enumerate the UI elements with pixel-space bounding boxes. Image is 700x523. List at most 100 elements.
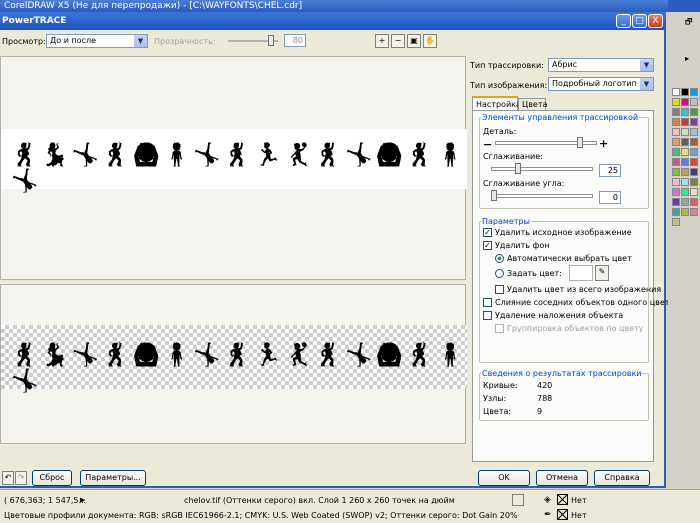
image-type-select[interactable]: Подробный логотип ▼ bbox=[548, 77, 654, 91]
color-profiles: Цветовые профили документа: RGB: sRGB IE… bbox=[4, 511, 518, 520]
tab-settings[interactable]: Настройка bbox=[472, 96, 521, 110]
redo-icon[interactable]: ↷ bbox=[15, 471, 27, 485]
palette-swatch[interactable] bbox=[672, 198, 680, 206]
palette-swatch[interactable] bbox=[690, 168, 698, 176]
reset-button[interactable]: Сброс bbox=[32, 470, 72, 486]
merge-adjacent-label: Слияние соседних объектов одного цвета bbox=[495, 298, 675, 307]
palette-swatch[interactable] bbox=[672, 148, 680, 156]
corner-smoothing-slider[interactable] bbox=[491, 194, 593, 198]
palette-swatch[interactable] bbox=[672, 98, 680, 106]
remove-bg-checkbox[interactable]: ✓ bbox=[483, 241, 492, 250]
palette-swatch[interactable] bbox=[690, 208, 698, 216]
zoom-in-icon[interactable]: + bbox=[375, 34, 389, 48]
zoom-out-icon[interactable]: − bbox=[391, 34, 405, 48]
palette-swatch[interactable] bbox=[681, 88, 689, 96]
remove-overlap-label: Удаление наложения объекта bbox=[495, 311, 624, 320]
palette-swatch[interactable] bbox=[672, 218, 680, 226]
palette-swatch[interactable] bbox=[690, 138, 698, 146]
detail-thumb[interactable] bbox=[576, 137, 583, 148]
remove-overlap-checkbox[interactable] bbox=[483, 311, 492, 320]
transparency-thumb[interactable] bbox=[268, 35, 274, 46]
remove-color-all-checkbox[interactable] bbox=[495, 285, 504, 294]
restore-icon[interactable]: 🗗 bbox=[685, 16, 693, 30]
auto-color-radio[interactable] bbox=[495, 254, 504, 263]
results-title: Сведения о результатах трассировки bbox=[481, 369, 643, 378]
image-type-label: Тип изображения: bbox=[470, 81, 548, 90]
cancel-button[interactable]: Отмена bbox=[536, 470, 588, 486]
smoothing-slider[interactable] bbox=[491, 167, 593, 171]
color-swatch[interactable] bbox=[569, 265, 593, 281]
palette-swatch[interactable] bbox=[672, 128, 680, 136]
palette-swatch[interactable] bbox=[681, 188, 689, 196]
preview-select[interactable]: До и после ▼ bbox=[46, 34, 148, 48]
chevron-down-icon: ▼ bbox=[640, 59, 653, 71]
status-bar: ( 676,363; 1 547,5... ▶ chelov.tif (Отте… bbox=[0, 489, 700, 523]
palette-swatch[interactable] bbox=[681, 198, 689, 206]
chevron-down-icon: ▼ bbox=[134, 35, 147, 47]
docker-area: 🗗 ▸ bbox=[668, 12, 700, 86]
app-window-controls[interactable] bbox=[668, 0, 700, 12]
minus-icon[interactable]: − bbox=[483, 138, 492, 151]
group-by-color-checkbox[interactable] bbox=[495, 324, 504, 333]
palette-swatch[interactable] bbox=[672, 118, 680, 126]
fit-icon[interactable]: ▣ bbox=[407, 34, 421, 48]
smoothing-thumb[interactable] bbox=[515, 163, 521, 174]
layer-icon bbox=[512, 494, 524, 506]
palette-swatch[interactable] bbox=[672, 108, 680, 116]
plus-icon[interactable]: + bbox=[599, 137, 608, 150]
transparency-value[interactable]: 80 bbox=[284, 34, 306, 47]
palette-swatch[interactable] bbox=[672, 158, 680, 166]
maximize-button[interactable]: □ bbox=[632, 14, 647, 28]
options-button[interactable]: Параметры... bbox=[80, 470, 146, 486]
palette-swatch[interactable] bbox=[672, 208, 680, 216]
palette-swatch[interactable] bbox=[690, 128, 698, 136]
settings-tab-panel: Элементы управления трассировкой Деталь:… bbox=[472, 110, 674, 462]
hand-icon[interactable]: ✋ bbox=[423, 34, 437, 48]
smoothing-value[interactable]: 25 bbox=[599, 164, 621, 177]
palette-swatch[interactable] bbox=[681, 98, 689, 106]
palette-swatch[interactable] bbox=[690, 158, 698, 166]
set-color-radio[interactable] bbox=[495, 269, 504, 278]
palette-swatch[interactable] bbox=[690, 148, 698, 156]
palette-swatch[interactable] bbox=[672, 168, 680, 176]
colors-value: 9 bbox=[537, 407, 543, 416]
color-palette[interactable] bbox=[668, 86, 700, 486]
ok-button[interactable]: OK bbox=[478, 470, 530, 486]
palette-swatch[interactable] bbox=[681, 158, 689, 166]
palette-swatch[interactable] bbox=[681, 108, 689, 116]
docker-tab-icon[interactable]: ▸ bbox=[685, 54, 689, 63]
palette-swatch[interactable] bbox=[672, 178, 680, 186]
trace-type-select[interactable]: Абрис ▼ bbox=[548, 58, 654, 72]
palette-swatch[interactable] bbox=[690, 198, 698, 206]
minimize-button[interactable]: _ bbox=[616, 14, 631, 28]
merge-adjacent-checkbox[interactable] bbox=[483, 298, 492, 307]
palette-swatch[interactable] bbox=[672, 88, 680, 96]
palette-swatch[interactable] bbox=[672, 188, 680, 196]
chevron-down-icon: ▼ bbox=[640, 78, 653, 90]
corner-smoothing-thumb[interactable] bbox=[491, 190, 497, 201]
palette-swatch[interactable] bbox=[681, 168, 689, 176]
palette-swatch[interactable] bbox=[690, 188, 698, 196]
before-preview[interactable]: 🕺💃🤸🕺🙆🧍🤸🕺🏃🤾🕺🤸🙆🕺🧍🤸 bbox=[0, 56, 467, 280]
palette-swatch[interactable] bbox=[672, 138, 680, 146]
palette-swatch[interactable] bbox=[681, 128, 689, 136]
palette-swatch[interactable] bbox=[681, 208, 689, 216]
palette-swatch[interactable] bbox=[681, 178, 689, 186]
delete-original-checkbox[interactable]: ✓ bbox=[483, 228, 492, 237]
close-button[interactable]: X bbox=[648, 14, 663, 28]
tab-colors[interactable]: Цвета bbox=[518, 98, 547, 110]
corner-smoothing-value[interactable]: 0 bbox=[599, 191, 621, 204]
undo-icon[interactable]: ↶ bbox=[2, 471, 14, 485]
palette-swatch[interactable] bbox=[690, 178, 698, 186]
palette-swatch[interactable] bbox=[690, 98, 698, 106]
eyedropper-icon[interactable]: ✎ bbox=[595, 265, 609, 281]
help-button[interactable]: Справка bbox=[594, 470, 650, 486]
palette-swatch[interactable] bbox=[681, 118, 689, 126]
palette-swatch[interactable] bbox=[681, 148, 689, 156]
palette-swatch[interactable] bbox=[690, 108, 698, 116]
expand-arrow-icon[interactable]: ▶ bbox=[80, 496, 85, 504]
palette-swatch[interactable] bbox=[681, 138, 689, 146]
palette-swatch[interactable] bbox=[690, 88, 698, 96]
after-preview[interactable]: 🕺💃🤸🕺🙆🧍🤸🕺🏃🤾🕺🤸🙆🕺🧍🤸 bbox=[0, 284, 467, 444]
palette-swatch[interactable] bbox=[690, 118, 698, 126]
